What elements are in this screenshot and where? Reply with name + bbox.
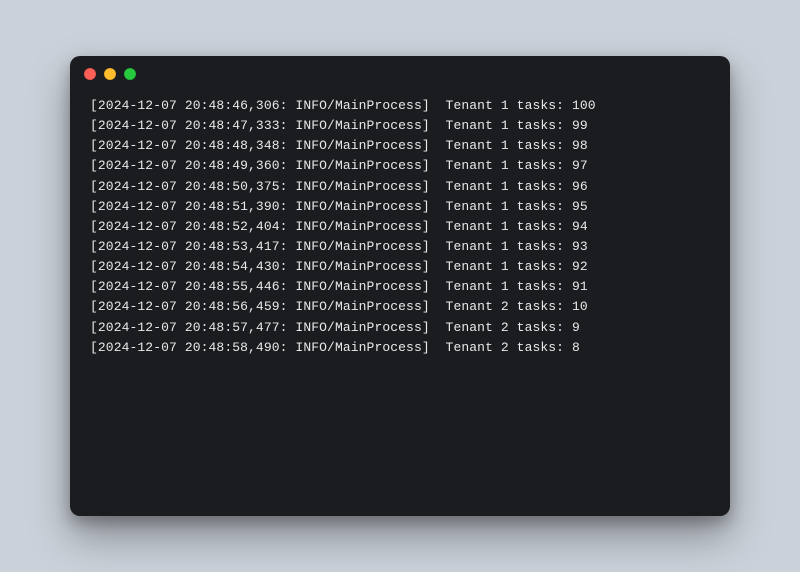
- log-line: [2024-12-07 20:48:47,333: INFO/MainProce…: [90, 116, 710, 136]
- log-line: [2024-12-07 20:48:46,306: INFO/MainProce…: [90, 96, 710, 116]
- terminal-output: [2024-12-07 20:48:46,306: INFO/MainProce…: [70, 92, 730, 516]
- window-titlebar: [70, 56, 730, 92]
- log-line: [2024-12-07 20:48:50,375: INFO/MainProce…: [90, 177, 710, 197]
- zoom-icon[interactable]: [124, 68, 136, 80]
- stage: [2024-12-07 20:48:46,306: INFO/MainProce…: [0, 0, 800, 572]
- terminal-window: [2024-12-07 20:48:46,306: INFO/MainProce…: [70, 56, 730, 516]
- close-icon[interactable]: [84, 68, 96, 80]
- minimize-icon[interactable]: [104, 68, 116, 80]
- log-line: [2024-12-07 20:48:54,430: INFO/MainProce…: [90, 257, 710, 277]
- log-line: [2024-12-07 20:48:57,477: INFO/MainProce…: [90, 318, 710, 338]
- log-line: [2024-12-07 20:48:58,490: INFO/MainProce…: [90, 338, 710, 358]
- log-line: [2024-12-07 20:48:53,417: INFO/MainProce…: [90, 237, 710, 257]
- log-line: [2024-12-07 20:48:55,446: INFO/MainProce…: [90, 277, 710, 297]
- log-line: [2024-12-07 20:48:48,348: INFO/MainProce…: [90, 136, 710, 156]
- log-line: [2024-12-07 20:48:56,459: INFO/MainProce…: [90, 297, 710, 317]
- log-line: [2024-12-07 20:48:51,390: INFO/MainProce…: [90, 197, 710, 217]
- log-line: [2024-12-07 20:48:52,404: INFO/MainProce…: [90, 217, 710, 237]
- log-line: [2024-12-07 20:48:49,360: INFO/MainProce…: [90, 156, 710, 176]
